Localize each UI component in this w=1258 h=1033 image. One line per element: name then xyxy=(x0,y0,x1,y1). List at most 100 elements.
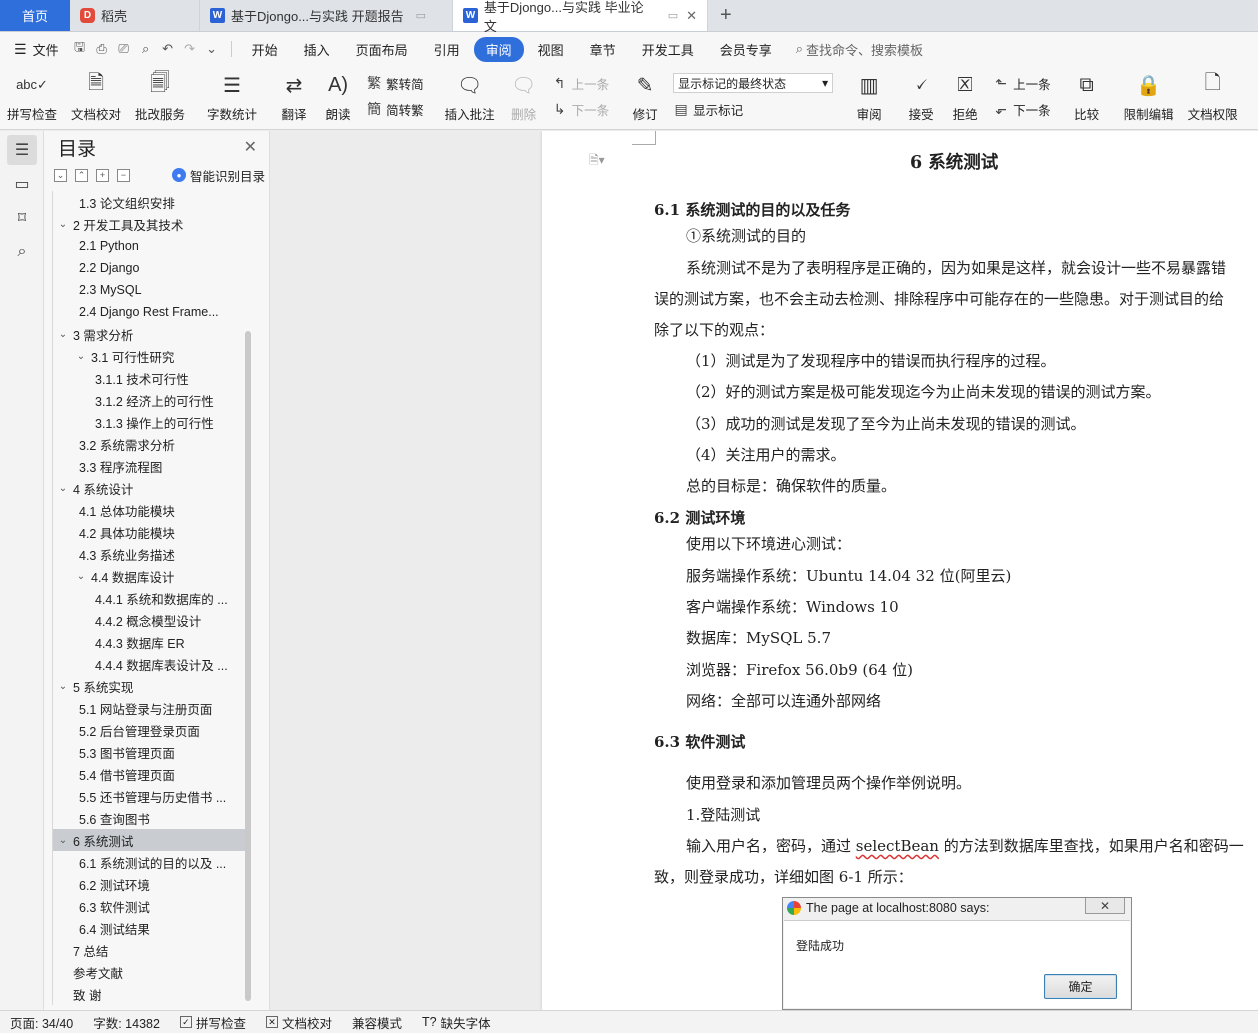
toc-item[interactable]: 3.1.1 技术可行性 xyxy=(53,367,245,389)
toc-item[interactable]: 4.4.1 系统和数据库的 ... xyxy=(53,587,245,609)
spellcheck-button[interactable]: abc✓ 拼写检查 xyxy=(0,70,64,123)
missing-font-button[interactable]: T? 缺失字体 xyxy=(412,1013,501,1032)
chevron-down-icon[interactable]: ⌄ xyxy=(57,483,69,494)
review-service-button[interactable]: 🗐 批改服务 xyxy=(128,70,192,123)
toc-item[interactable]: 4.1 总体功能模块 xyxy=(53,499,245,521)
insert-comment-button[interactable]: 🗨 插入批注 xyxy=(438,70,502,123)
toc-item[interactable]: 3.1.2 经济上的可行性 xyxy=(53,389,245,411)
chevron-down-icon[interactable]: ⌄ xyxy=(57,329,69,340)
toc-item[interactable]: 2.2 Django xyxy=(53,257,245,279)
chevron-down-icon[interactable]: ⌄ xyxy=(75,351,87,362)
menu-member[interactable]: 会员专享 xyxy=(708,37,784,62)
toc-item[interactable]: 6.4 测试结果 xyxy=(53,917,245,939)
translate-button[interactable]: ⇄ 翻译 xyxy=(272,70,316,123)
toc-item[interactable]: ⌄ 5 系统实现 xyxy=(53,675,245,697)
toc-item[interactable]: 参考文献 xyxy=(53,961,245,983)
toc-item[interactable]: 5.1 网站登录与注册页面 xyxy=(53,697,245,719)
page-options-icon[interactable]: 🗎▾ xyxy=(589,151,605,172)
accept-button[interactable]: 🗸 接受 xyxy=(899,70,943,123)
page-indicator[interactable]: 页面: 34/40 xyxy=(0,1013,83,1032)
file-menu[interactable]: ☰ 文件 xyxy=(0,40,69,59)
markup-state-select[interactable]: 显示标记的最终状态 ▾ xyxy=(673,73,834,94)
toc-item[interactable]: 3.3 程序流程图 xyxy=(53,455,245,477)
toc-item[interactable]: 4.4.3 数据库 ER xyxy=(53,631,245,653)
document-page[interactable]: 🗎▾ 6 系统测试 6.1 系统测试的目的以及任务 ①系统测试的目的 系统测试不… xyxy=(542,131,1258,1010)
doc-proof-button[interactable]: 🗎 文档校对 xyxy=(64,70,128,123)
word-count[interactable]: 字数: 14382 xyxy=(83,1013,170,1032)
toc-scrollbar[interactable] xyxy=(245,331,251,1001)
show-markup-button[interactable]: ▤ 显示标记 xyxy=(673,100,833,119)
preview-icon[interactable]: ⌕ xyxy=(135,41,157,57)
output-icon[interactable]: ⎙ xyxy=(91,41,113,57)
tab-thesis[interactable]: W 基于Djongo...与实践 毕业论文 ▭ ✕ xyxy=(453,0,708,34)
undo-icon[interactable]: ↶ xyxy=(157,41,179,57)
bookmark-icon[interactable]: ⌑ xyxy=(7,203,37,233)
toc-item[interactable]: ⌄ 6 系统测试 xyxy=(53,829,245,851)
toc-item[interactable]: 6.3 软件测试 xyxy=(53,895,245,917)
menu-insert[interactable]: 插入 xyxy=(292,37,342,62)
toc-item[interactable]: 4.4.2 概念模型设计 xyxy=(53,609,245,631)
delete-comment-button[interactable]: 🗨 删除 xyxy=(502,70,546,123)
reject-button[interactable]: 🗵 拒绝 xyxy=(943,70,987,123)
toc-item[interactable]: 3.2 系统需求分析 xyxy=(53,433,245,455)
menu-page-layout[interactable]: 页面布局 xyxy=(344,37,420,62)
toc-item[interactable]: 2.3 MySQL xyxy=(53,279,245,301)
search-icon[interactable]: ⌕ xyxy=(7,237,37,267)
add-heading-icon[interactable]: + xyxy=(96,168,109,182)
toc-item[interactable]: 6.1 系统测试的目的以及 ... xyxy=(53,851,245,873)
expand-all-icon[interactable]: ⌄ xyxy=(54,168,67,182)
toc-item[interactable]: 7 总结 xyxy=(53,939,245,961)
restrict-edit-button[interactable]: 🔒 限制编辑 xyxy=(1117,70,1181,123)
toc-item[interactable]: 4.2 具体功能模块 xyxy=(53,521,245,543)
chevron-down-icon[interactable]: ⌄ xyxy=(57,835,69,846)
chevron-down-icon[interactable]: ⌄ xyxy=(75,571,87,582)
tab-home[interactable]: 首页 xyxy=(0,0,70,31)
toc-item[interactable]: 3.1.3 操作上的可行性 xyxy=(53,411,245,433)
menu-view[interactable]: 视图 xyxy=(526,37,576,62)
prev-change-button[interactable]: ⬑ 上一条 xyxy=(993,74,1050,93)
redo-icon[interactable]: ↷ xyxy=(179,41,201,57)
smart-toc-button[interactable]: ● 智能识别目录 xyxy=(171,166,265,185)
toc-item[interactable]: 5.6 查询图书 xyxy=(53,807,245,829)
save-icon[interactable]: 🖫 xyxy=(69,38,91,60)
nav-pane-icon[interactable]: ▭ xyxy=(7,169,37,199)
chevron-down-icon[interactable]: ⌄ xyxy=(201,41,223,57)
toc-item[interactable]: 5.3 图书管理页面 xyxy=(53,741,245,763)
prev-comment-button[interactable]: ↰ 上一条 xyxy=(552,74,609,93)
word-count-button[interactable]: ☰ 字数统计 xyxy=(200,70,264,123)
next-comment-button[interactable]: ↳ 下一条 xyxy=(552,100,609,119)
menu-section[interactable]: 章节 xyxy=(578,37,628,62)
toc-item[interactable]: ⌄ 3 需求分析 xyxy=(53,323,245,345)
toc-item[interactable]: ⌄ 3.1 可行性研究 xyxy=(53,345,245,367)
tab-proposal[interactable]: W 基于Djongo...与实践 开题报告 ▭ xyxy=(200,0,453,31)
compare-button[interactable]: ⧉ 比较 xyxy=(1065,70,1109,123)
toc-item[interactable]: 2.4 Django Rest Frame... xyxy=(53,301,245,323)
toc-item[interactable]: 2.1 Python xyxy=(53,235,245,257)
doc-proof-toggle[interactable]: ✕ 文档校对 xyxy=(256,1013,342,1032)
toc-item[interactable]: 6.2 测试环境 xyxy=(53,873,245,895)
toc-item[interactable]: 1.3 论文组织安排 xyxy=(53,191,245,213)
track-changes-button[interactable]: ✎ 修订 xyxy=(623,70,667,123)
menu-review[interactable]: 审阅 xyxy=(473,36,524,62)
close-tab-icon[interactable]: ✕ xyxy=(686,8,697,24)
toc-item[interactable]: 4.3 系统业务描述 xyxy=(53,543,245,565)
close-icon[interactable]: ✕ xyxy=(244,137,257,157)
toc-item[interactable]: 5.2 后台管理登录页面 xyxy=(53,719,245,741)
new-tab-button[interactable]: + xyxy=(708,0,744,31)
menu-developer[interactable]: 开发工具 xyxy=(630,37,706,62)
command-search[interactable]: ⌕ 查找命令、搜索模板 xyxy=(796,40,923,59)
menu-references[interactable]: 引用 xyxy=(422,37,472,62)
menu-start[interactable]: 开始 xyxy=(240,37,290,62)
read-aloud-button[interactable]: A) 朗读 xyxy=(316,70,360,123)
toc-icon[interactable]: ☰ xyxy=(7,135,37,165)
review-pane-button[interactable]: ▥ 审阅 xyxy=(847,70,891,123)
toc-item[interactable]: 致 谢 xyxy=(53,983,245,1005)
chevron-down-icon[interactable]: ⌄ xyxy=(57,219,69,230)
trad-to-simp-button[interactable]: 繁繁转简 xyxy=(366,73,424,93)
collapse-all-icon[interactable]: ⌃ xyxy=(75,168,88,182)
toc-item[interactable]: ⌄ 4.4 数据库设计 xyxy=(53,565,245,587)
overflow-button[interactable]: 文 xyxy=(1245,70,1258,123)
toc-item[interactable]: ⌄ 2 开发工具及其技术 xyxy=(53,213,245,235)
tab-docer[interactable]: D 稻壳 xyxy=(70,0,200,31)
simp-to-trad-button[interactable]: 簡简转繁 xyxy=(366,99,424,119)
